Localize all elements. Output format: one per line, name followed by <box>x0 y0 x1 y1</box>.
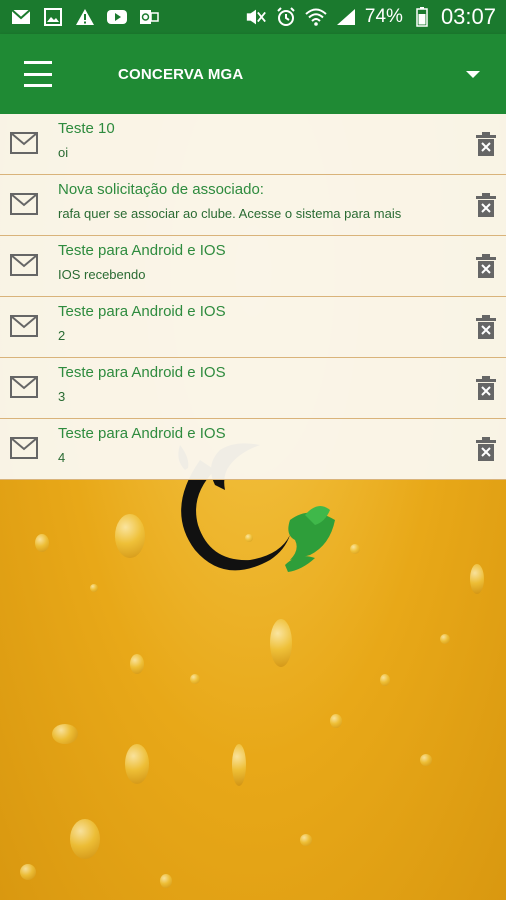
mute-icon <box>245 8 267 26</box>
message-body: 4 <box>58 450 66 465</box>
mail-icon <box>10 132 38 154</box>
mail-icon <box>10 193 38 215</box>
battery-icon <box>411 7 433 27</box>
trash-icon[interactable] <box>476 376 496 400</box>
outlook-icon <box>138 8 160 26</box>
signal-icon <box>335 8 357 26</box>
mail-icon <box>10 254 38 276</box>
trash-icon[interactable] <box>476 132 496 156</box>
message-title: Teste 10 <box>58 120 115 137</box>
message-title: Teste para Android e IOS <box>58 425 226 442</box>
message-list: Teste 10 oi Nova solicitação de associad… <box>0 114 506 480</box>
app-bar: CONCERVA MGA <box>0 34 506 114</box>
message-body: 2 <box>58 328 66 343</box>
alarm-icon <box>275 7 297 26</box>
trash-icon[interactable] <box>476 193 496 217</box>
message-body: rafa quer se associar ao clube. Acesse o… <box>58 206 402 221</box>
list-item[interactable]: Teste para Android e IOS IOS recebendo <box>0 236 506 297</box>
app-title: CONCERVA MGA <box>118 65 244 83</box>
list-item[interactable]: Teste 10 oi <box>0 114 506 175</box>
message-body: IOS recebendo <box>58 267 146 282</box>
gmail-icon <box>10 8 32 26</box>
menu-icon[interactable] <box>24 59 64 89</box>
mail-icon <box>10 437 38 459</box>
message-title: Teste para Android e IOS <box>58 303 226 320</box>
status-bar: 74% 03:07 <box>0 0 506 34</box>
warning-icon <box>74 8 96 26</box>
list-item[interactable]: Teste para Android e IOS 4 <box>0 419 506 480</box>
trash-icon[interactable] <box>476 315 496 339</box>
message-body: oi <box>58 145 69 160</box>
message-title: Teste para Android e IOS <box>58 364 226 381</box>
battery-percent: 74% <box>364 6 403 27</box>
wifi-icon <box>305 8 327 26</box>
list-item[interactable]: Teste para Android e IOS 2 <box>0 297 506 358</box>
clock: 03:07 <box>440 4 496 29</box>
gallery-icon <box>42 8 64 26</box>
trash-icon[interactable] <box>476 254 496 278</box>
list-item[interactable]: Teste para Android e IOS 3 <box>0 358 506 419</box>
message-title: Teste para Android e IOS <box>58 242 226 259</box>
mail-icon <box>10 376 38 398</box>
list-item[interactable]: Nova solicitação de associado: rafa quer… <box>0 175 506 236</box>
message-body: 3 <box>58 389 66 404</box>
trash-icon[interactable] <box>476 437 496 461</box>
message-title: Nova solicitação de associado: <box>58 181 264 198</box>
dropdown-icon[interactable] <box>466 70 480 78</box>
youtube-icon <box>106 8 128 26</box>
mail-icon <box>10 315 38 337</box>
